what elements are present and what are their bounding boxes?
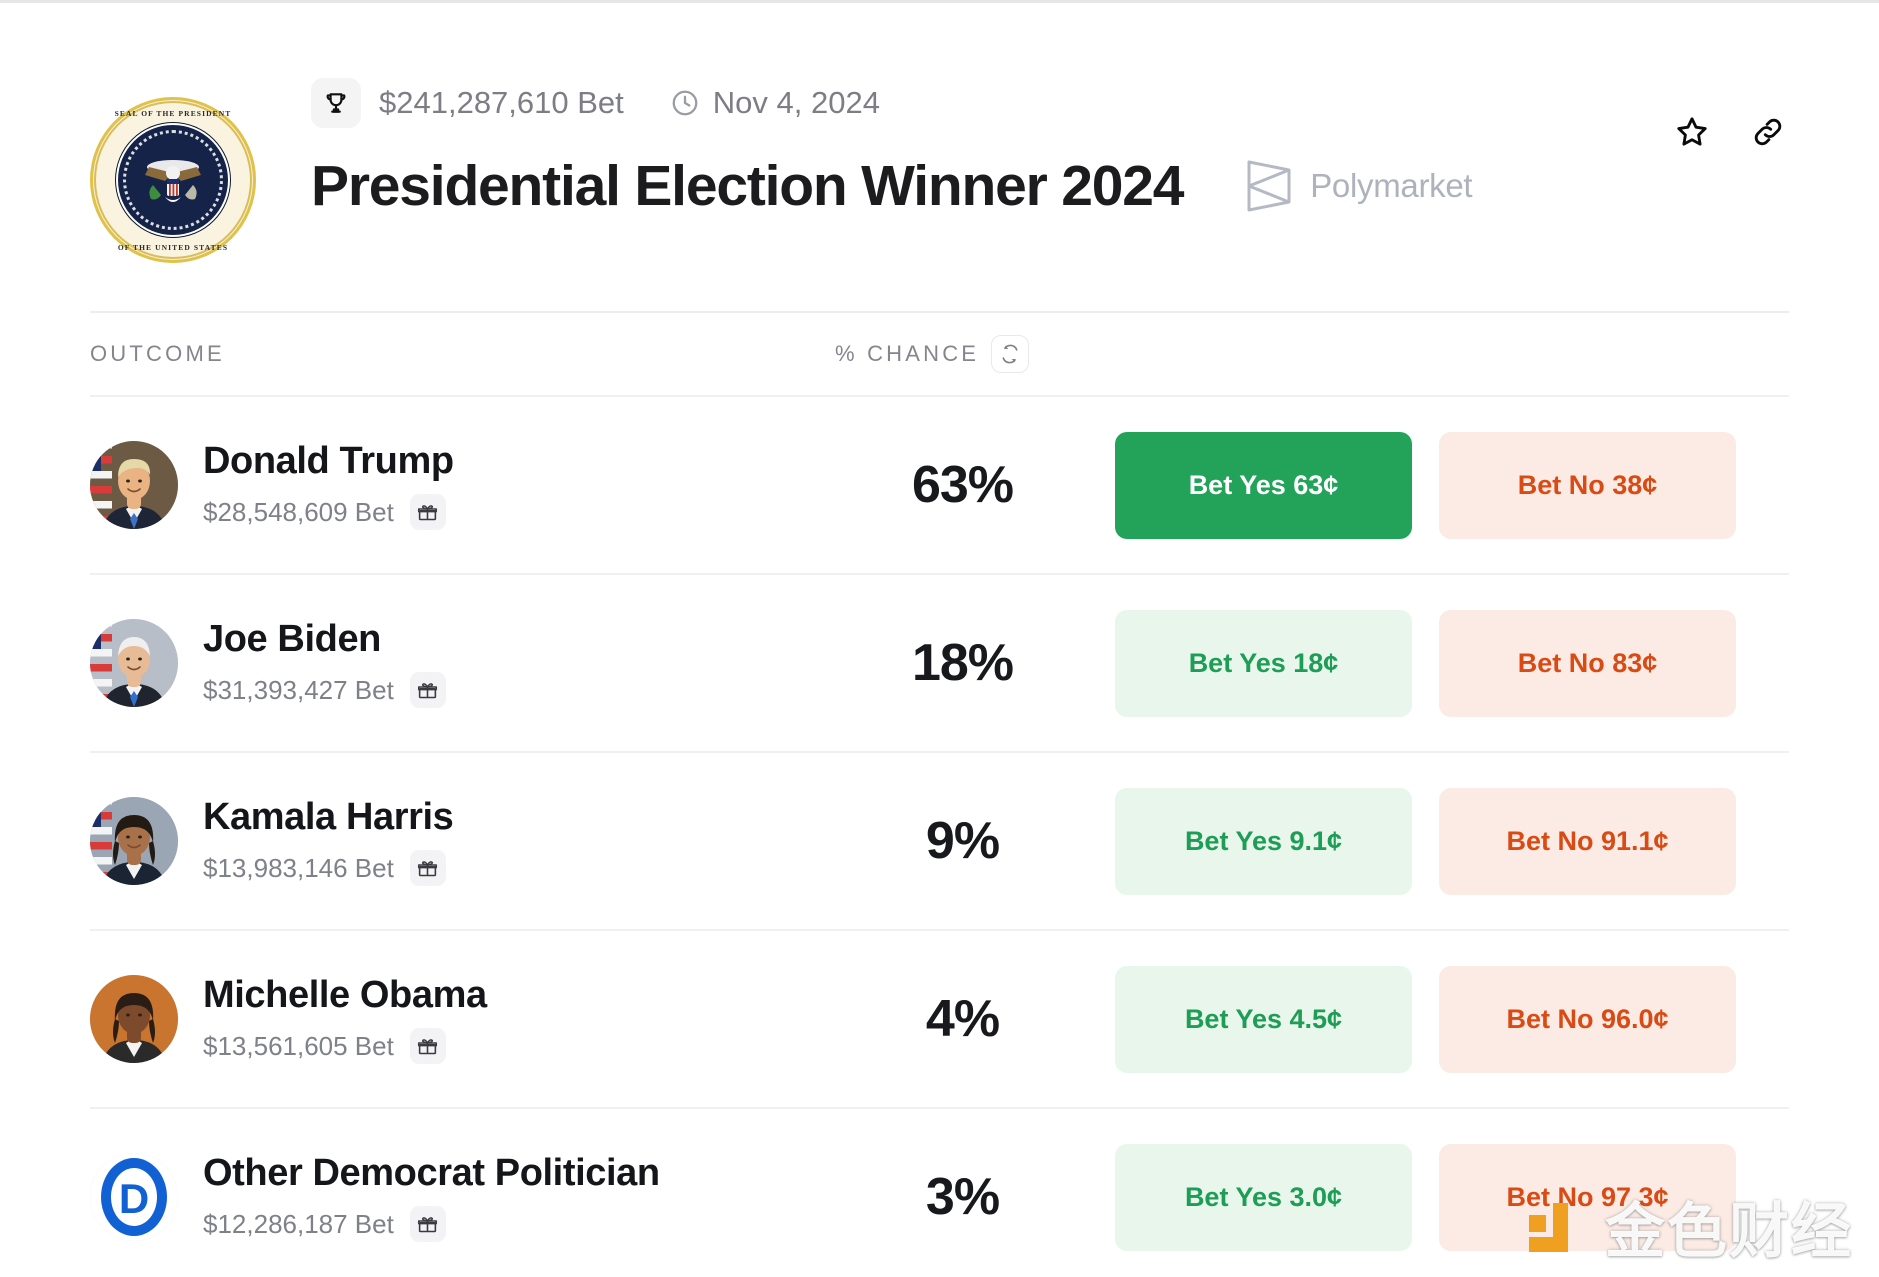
market-meta-row: $241,287,610 Bet Nov 4, 2024 (311, 75, 1789, 131)
link-icon (1754, 118, 1782, 146)
star-icon (1677, 117, 1707, 146)
chance-value: 3% (925, 1168, 1000, 1226)
trophy-icon (311, 78, 361, 128)
gift-icon[interactable] (409, 1028, 446, 1065)
outcome-info: Donald Trump $28,548,609 Bet (203, 440, 454, 531)
bet-actions: Bet Yes 18¢ Bet No 83¢ (1090, 609, 1789, 717)
market-header: SEAL OF THE PRESIDENT OF THE UNITED STAT… (0, 3, 1879, 263)
table-header-row: OUTCOME % CHANCE (90, 313, 1789, 395)
chance-value: 9% (925, 812, 1000, 870)
outcome-name: Joe Biden (203, 617, 381, 660)
outcome-cell: Michelle Obama $13,561,605 Bet (90, 974, 835, 1065)
bet-no-button[interactable]: Bet No 97.3¢ (1439, 1143, 1736, 1251)
avatar: D (90, 1153, 178, 1241)
bet-no-button[interactable]: Bet No 83¢ (1439, 609, 1736, 717)
column-header-chance-group: % CHANCE (835, 335, 1030, 373)
avatar (90, 441, 178, 529)
gift-icon[interactable] (409, 850, 446, 887)
avatar (90, 975, 178, 1063)
bet-actions: Bet Yes 63¢ Bet No 38¢ (1090, 431, 1789, 539)
outcome-subrow: $13,561,605 Bet (203, 1028, 487, 1065)
presidential-seal-icon: SEAL OF THE PRESIDENT OF THE UNITED STAT… (90, 97, 256, 263)
bet-no-button[interactable]: Bet No 96.0¢ (1439, 965, 1736, 1073)
chance-value: 4% (925, 990, 1000, 1048)
seal-text-bottom: OF THE UNITED STATES (117, 243, 229, 252)
svg-text:D: D (119, 1175, 149, 1222)
outcome-bet-amount: $13,983,146 Bet (203, 852, 394, 883)
outcome-name: Donald Trump (203, 439, 454, 482)
avatar (90, 619, 178, 707)
table-row: D Other Democrat Politician $12,286,187 Be… (90, 1107, 1789, 1277)
bet-yes-button[interactable]: Bet Yes 4.5¢ (1115, 965, 1412, 1073)
outcome-cell: Kamala Harris $13,983,146 Bet (90, 796, 835, 887)
outcome-subrow: $28,548,609 Bet (203, 494, 454, 531)
gift-icon[interactable] (409, 672, 446, 709)
outcome-bet-amount: $13,561,605 Bet (203, 1030, 394, 1061)
seal-text-top: SEAL OF THE PRESIDENT (114, 109, 232, 118)
market-image: SEAL OF THE PRESIDENT OF THE UNITED STAT… (90, 75, 256, 263)
outcome-cell: Joe Biden $31,393,427 Bet (90, 618, 835, 709)
outcome-bet-amount: $12,286,187 Bet (203, 1208, 394, 1239)
outcome-subrow: $31,393,427 Bet (203, 672, 446, 709)
refresh-button[interactable] (991, 335, 1030, 373)
outcome-info: Joe Biden $31,393,427 Bet (203, 618, 446, 709)
outcome-cell: D Other Democrat Politician $12,286,187 Be… (90, 1152, 835, 1243)
header-actions (1673, 113, 1787, 151)
outcome-info: Michelle Obama $13,561,605 Bet (203, 974, 487, 1065)
bet-yes-button[interactable]: Bet Yes 63¢ (1115, 431, 1412, 539)
market-date-group: Nov 4, 2024 (670, 85, 880, 121)
outcome-cell: Donald Trump $28,548,609 Bet (90, 440, 835, 531)
gift-icon[interactable] (409, 1206, 446, 1243)
market-volume: $241,287,610 Bet (379, 85, 624, 120)
column-header-chance: % CHANCE (835, 341, 980, 366)
outcome-info: Kamala Harris $13,983,146 Bet (203, 795, 454, 887)
polymarket-logo-icon (1247, 160, 1291, 212)
brand-polymarket[interactable]: Polymarket (1245, 159, 1473, 213)
table-row: Donald Trump $28,548,609 Bet 63% Bet Yes 63… (90, 395, 1789, 573)
bet-yes-button[interactable]: Bet Yes 3.0¢ (1115, 1143, 1412, 1251)
outcome-name: Michelle Obama (203, 973, 487, 1016)
chance-value: 63% (911, 456, 1014, 514)
bet-actions: Bet Yes 9.1¢ Bet No 91.1¢ (1090, 787, 1789, 895)
outcome-name: Other Democrat Politician (203, 1151, 660, 1194)
bet-yes-button[interactable]: Bet Yes 18¢ (1115, 609, 1412, 717)
header-text-block: $241,287,610 Bet Nov 4, 2024 Presidentia… (256, 75, 1789, 219)
outcome-subrow: $13,983,146 Bet (203, 850, 453, 887)
table-row: Michelle Obama $13,561,605 Bet 4% Bet Yes 4… (90, 929, 1789, 1107)
bet-yes-button[interactable]: Bet Yes 9.1¢ (1115, 787, 1412, 895)
copy-link-button[interactable] (1749, 113, 1787, 151)
bet-actions: Bet Yes 3.0¢ Bet No 97.3¢ (1090, 1143, 1789, 1251)
title-row: Presidential Election Winner 2024 Polyma… (311, 153, 1789, 219)
bet-no-button[interactable]: Bet No 91.1¢ (1439, 787, 1736, 895)
outcome-rows: Donald Trump $28,548,609 Bet 63% Bet Yes 63… (90, 395, 1789, 1277)
bet-actions: Bet Yes 4.5¢ Bet No 96.0¢ (1090, 965, 1789, 1073)
outcome-subrow: $12,286,187 Bet (203, 1206, 660, 1243)
outcome-bet-amount: $31,393,427 Bet (203, 674, 394, 705)
gift-icon[interactable] (409, 494, 446, 531)
refresh-icon (1002, 344, 1018, 364)
chance-value: 18% (911, 634, 1014, 692)
column-header-outcome: OUTCOME (90, 341, 225, 366)
market-date: Nov 4, 2024 (712, 85, 880, 120)
eagle-icon (145, 160, 201, 203)
outcome-bet-amount: $28,548,609 Bet (203, 496, 394, 527)
outcome-name: Kamala Harris (203, 795, 454, 838)
market-card: SEAL OF THE PRESIDENT OF THE UNITED STAT… (0, 0, 1879, 1277)
outcome-info: Other Democrat Politician $12,286,187 Bet (203, 1152, 660, 1243)
table-row: Kamala Harris $13,983,146 Bet 9% Bet Yes 9.… (90, 751, 1789, 929)
brand-name: Polymarket (1310, 167, 1473, 204)
table-row: Joe Biden $31,393,427 Bet 18% Bet Yes 18¢ Be… (90, 573, 1789, 751)
page-title: Presidential Election Winner 2024 (311, 154, 1184, 218)
bet-no-button[interactable]: Bet No 38¢ (1439, 431, 1736, 539)
avatar (90, 797, 178, 885)
seal-core (116, 123, 230, 237)
clock-icon (672, 90, 698, 116)
favorite-button[interactable] (1673, 113, 1711, 151)
outcomes-table: OUTCOME % CHANCE Donald Trump $28,548,609… (90, 311, 1789, 1277)
